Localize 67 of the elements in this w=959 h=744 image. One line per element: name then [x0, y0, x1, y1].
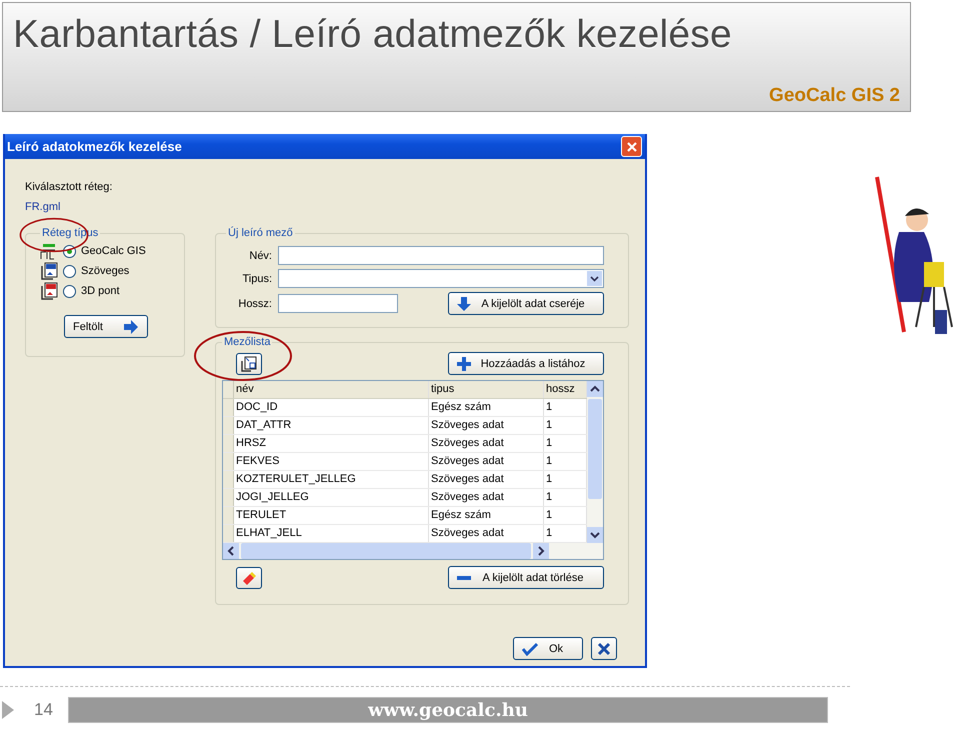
table-cell: Szöveges adat — [429, 489, 544, 506]
vertical-scrollbar[interactable] — [587, 381, 603, 543]
layer-label: Kiválasztott réteg: — [25, 181, 114, 193]
replace-button[interactable]: A kijelölt adat cseréje — [448, 292, 604, 315]
radio-label: GeoCalc GIS — [81, 245, 146, 257]
table-cell: Szöveges adat — [429, 525, 544, 542]
table-cell: DOC_ID — [234, 399, 429, 416]
table-cell: Szöveges adat — [429, 435, 544, 452]
scroll-right-button[interactable] — [533, 543, 549, 559]
page-number: 14 — [34, 700, 54, 720]
layer-import-icon — [241, 356, 257, 372]
table-cell: JOGI_JELLEG — [234, 489, 429, 506]
field-label: Hossz: — [237, 298, 272, 310]
table-cell: DAT_ATTR — [234, 417, 429, 434]
field-label: Tipus: — [241, 272, 272, 284]
column-header[interactable]: tipus — [429, 381, 544, 398]
dialog-title: Leíró adatokmezők kezelése — [7, 139, 182, 154]
plus-icon — [457, 356, 471, 370]
type-dropdown[interactable] — [278, 269, 604, 288]
triangle-icon — [2, 701, 14, 719]
ok-button[interactable]: Ok — [513, 637, 583, 660]
scroll-left-button[interactable] — [223, 543, 239, 559]
table-cell: ELHAT_JELL — [234, 525, 429, 542]
horizontal-scrollbar[interactable] — [223, 543, 603, 559]
length-input-field[interactable] — [278, 294, 398, 313]
scroll-thumb[interactable] — [241, 543, 531, 559]
radio-button[interactable] — [63, 264, 76, 278]
layer-value: FR.gml — [25, 201, 62, 213]
name-input-field[interactable] — [278, 246, 604, 265]
field-label: Név: — [248, 250, 272, 262]
table-cell: Szöveges adat — [429, 453, 544, 470]
radio-button[interactable] — [63, 284, 76, 298]
close-icon — [626, 140, 638, 152]
table-cell: TERULET — [234, 507, 429, 524]
cancel-button[interactable] — [591, 637, 617, 660]
eraser-button[interactable] — [236, 566, 262, 588]
eraser-icon — [241, 570, 257, 586]
column-header[interactable]: név — [234, 381, 429, 398]
close-button[interactable] — [621, 136, 642, 157]
arrow-right-icon — [123, 320, 139, 334]
scroll-down-button[interactable] — [587, 527, 603, 543]
brand-label: GeoCalc GIS 2 — [769, 85, 900, 107]
delete-button[interactable]: A kijelölt adat törlése — [448, 566, 604, 589]
close-icon — [597, 642, 611, 656]
import-button[interactable] — [236, 352, 262, 374]
group-legend: Új leíró mező — [226, 227, 295, 239]
table-cell: KOZTERULET_JELLEG — [234, 471, 429, 488]
layer-document-icon — [40, 262, 58, 280]
arrow-down-icon — [457, 296, 471, 310]
scroll-up-button[interactable] — [587, 381, 603, 397]
radio-label: Szöveges — [81, 265, 130, 277]
scroll-thumb[interactable] — [588, 399, 602, 499]
layer-point-icon — [40, 282, 58, 300]
table-cell: HRSZ — [234, 435, 429, 452]
table-cell: Egész szám — [429, 507, 544, 524]
table-cell: Szöveges adat — [429, 471, 544, 488]
gis-icon — [40, 242, 58, 260]
table-cell: Szöveges adat — [429, 417, 544, 434]
table-cell: FEKVES — [234, 453, 429, 470]
group-legend: Mezőlista — [222, 336, 272, 348]
slide-title: Karbantartás / Leíró adatmezők kezelése — [12, 12, 733, 57]
upload-button[interactable]: Feltölt — [64, 315, 148, 338]
website-url: www.geocalc.hu — [368, 700, 528, 720]
radio-label: 3D pont — [81, 285, 120, 297]
add-to-list-button[interactable]: Hozzáadás a listához — [448, 352, 604, 375]
checkmark-icon — [522, 642, 538, 656]
table-cell: Egész szám — [429, 399, 544, 416]
